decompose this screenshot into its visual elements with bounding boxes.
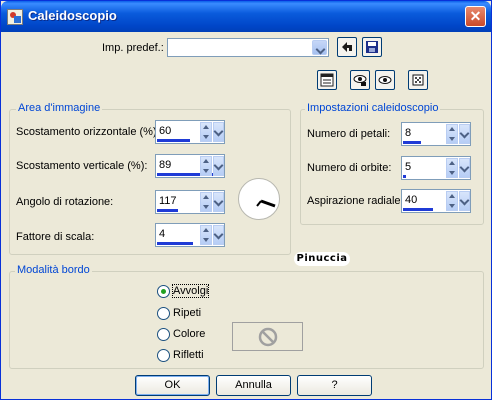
orbits-level <box>403 175 407 178</box>
save-icon <box>366 41 378 53</box>
rotation-angle-label: Angolo di rotazione: <box>16 196 114 208</box>
radio-wrap-label[interactable]: Avvolgi <box>171 284 210 298</box>
radial-suction-spinner[interactable]: 40 <box>401 189 471 213</box>
border-mode-group <box>9 271 484 369</box>
preset-dropdown[interactable] <box>167 38 329 57</box>
help-button[interactable]: ? <box>297 375 372 396</box>
petals-updown[interactable] <box>446 124 458 144</box>
scale-factor-drop[interactable] <box>213 225 224 245</box>
vertical-offset-updown[interactable] <box>200 156 212 176</box>
radio-color[interactable] <box>157 328 170 341</box>
preview-window-icon <box>320 73 334 87</box>
radio-color-label[interactable]: Colore <box>173 328 205 340</box>
rotation-angle-level <box>157 209 179 212</box>
close-button[interactable]: ✕ <box>465 6 486 27</box>
petals-drop[interactable] <box>459 124 470 144</box>
petals-spinner[interactable]: 8 <box>401 122 471 146</box>
petals-value[interactable]: 8 <box>405 127 411 139</box>
vertical-offset-spinner[interactable]: 89 <box>155 154 225 178</box>
radio-wrap[interactable] <box>157 285 170 298</box>
radio-repeat[interactable] <box>157 307 170 320</box>
horizontal-offset-updown[interactable] <box>200 122 212 142</box>
radial-suction-drop[interactable] <box>459 191 470 211</box>
border-mode-title: Modalità bordo <box>15 264 92 276</box>
dialog-window: Caleidoscopio ✕ Imp. predef.: Area d'imm… <box>0 0 492 400</box>
horizontal-offset-level <box>157 139 190 142</box>
save-as-icon <box>342 42 352 52</box>
cancel-button[interactable]: Annulla <box>216 375 291 396</box>
save-button[interactable] <box>362 37 382 57</box>
image-area-title: Area d'immagine <box>16 102 103 114</box>
horizontal-offset-label: Scostamento orizzontale (%): <box>16 126 160 138</box>
randomize-dice-icon <box>412 74 424 86</box>
eye-icon <box>378 76 392 84</box>
radio-repeat-label[interactable]: Ripeti <box>173 307 201 319</box>
kaleidoscope-settings-title: Impostazioni caleidoscopio <box>305 102 441 114</box>
orbits-updown[interactable] <box>446 158 458 178</box>
scale-factor-label: Fattore di scala: <box>16 231 95 243</box>
chevron-down-icon[interactable] <box>312 40 327 55</box>
radio-reflect[interactable] <box>157 349 170 362</box>
scale-factor-spinner[interactable]: 4 <box>155 223 225 247</box>
save-as-button[interactable] <box>337 37 357 57</box>
radial-suction-level <box>403 208 433 211</box>
scale-factor-updown[interactable] <box>200 225 212 245</box>
vertical-offset-value[interactable]: 89 <box>159 159 171 171</box>
app-icon <box>7 9 23 25</box>
author-watermark: Pinuccia <box>294 252 350 266</box>
horizontal-offset-drop[interactable] <box>213 122 224 142</box>
color-swatch-disabled <box>232 322 303 351</box>
rotation-angle-drop[interactable] <box>213 192 224 212</box>
petals-level <box>403 141 422 144</box>
radial-suction-updown[interactable] <box>446 191 458 211</box>
rotation-needle-icon <box>256 199 276 208</box>
preset-label: Imp. predef.: <box>102 42 164 54</box>
rotation-dial[interactable] <box>238 178 280 220</box>
scale-factor-value[interactable]: 4 <box>159 228 165 240</box>
prohibited-icon <box>258 327 278 347</box>
orbits-label: Numero di orbite: <box>307 162 392 174</box>
vertical-offset-drop[interactable] <box>213 156 224 176</box>
rotation-angle-value[interactable]: 117 <box>159 195 177 207</box>
radio-reflect-label[interactable]: Rifletti <box>173 349 204 361</box>
orbits-value[interactable]: 5 <box>405 161 411 173</box>
ok-button[interactable]: OK <box>135 375 210 396</box>
vertical-offset-label: Scostamento verticale (%): <box>16 160 148 172</box>
horizontal-offset-spinner[interactable]: 60 <box>155 120 225 144</box>
horizontal-offset-value[interactable]: 60 <box>159 125 171 137</box>
randomize-button[interactable] <box>408 70 428 90</box>
orbits-spinner[interactable]: 5 <box>401 156 471 180</box>
eye-lock-icon <box>353 75 367 86</box>
window-title: Caleidoscopio <box>28 8 117 23</box>
eye-button[interactable] <box>375 70 395 90</box>
title-bar[interactable]: Caleidoscopio ✕ <box>1 1 491 32</box>
rotation-angle-spinner[interactable]: 117 <box>155 190 225 214</box>
eye-lock-button[interactable] <box>350 70 370 90</box>
petals-label: Numero di petali: <box>307 128 391 140</box>
orbits-drop[interactable] <box>459 158 470 178</box>
preview-window-button[interactable] <box>317 70 337 90</box>
radial-suction-value[interactable]: 40 <box>405 194 417 206</box>
rotation-angle-updown[interactable] <box>200 192 212 212</box>
radial-suction-label: Aspirazione radiale: <box>307 195 404 207</box>
scale-factor-level <box>157 242 194 245</box>
